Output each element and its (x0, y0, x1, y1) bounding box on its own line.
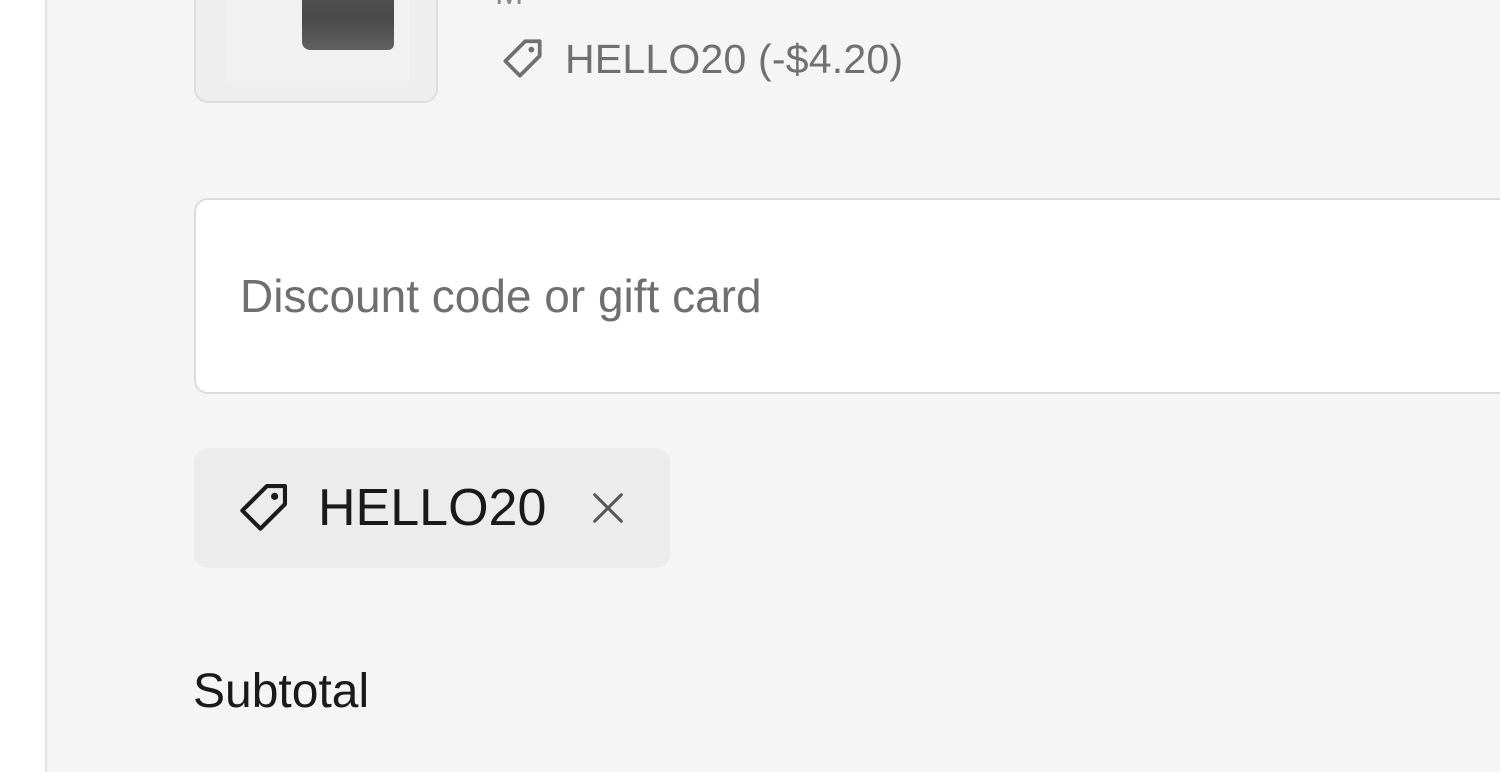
tag-icon (240, 483, 288, 531)
remove-discount-button[interactable] (584, 484, 632, 532)
thumbnail-background (226, 0, 410, 82)
applied-discount-chip: HELLO20 (194, 448, 670, 568)
tag-icon (503, 39, 542, 78)
tshirt-image (302, 0, 394, 50)
left-gutter (0, 0, 45, 772)
line-item-discount-text: HELLO20 (-$4.20) (565, 35, 904, 82)
order-summary-panel: M HELLO20 (-$4.20) HELLO20 Subtotal (45, 0, 1500, 772)
product-variant: M (495, 0, 523, 13)
product-thumbnail (194, 0, 438, 103)
applied-discount-code: HELLO20 (318, 479, 547, 537)
close-icon (593, 493, 624, 523)
subtotal-label: Subtotal (193, 665, 370, 718)
line-item-discount: HELLO20 (-$4.20) (497, 34, 903, 84)
discount-code-input[interactable] (194, 198, 1500, 394)
